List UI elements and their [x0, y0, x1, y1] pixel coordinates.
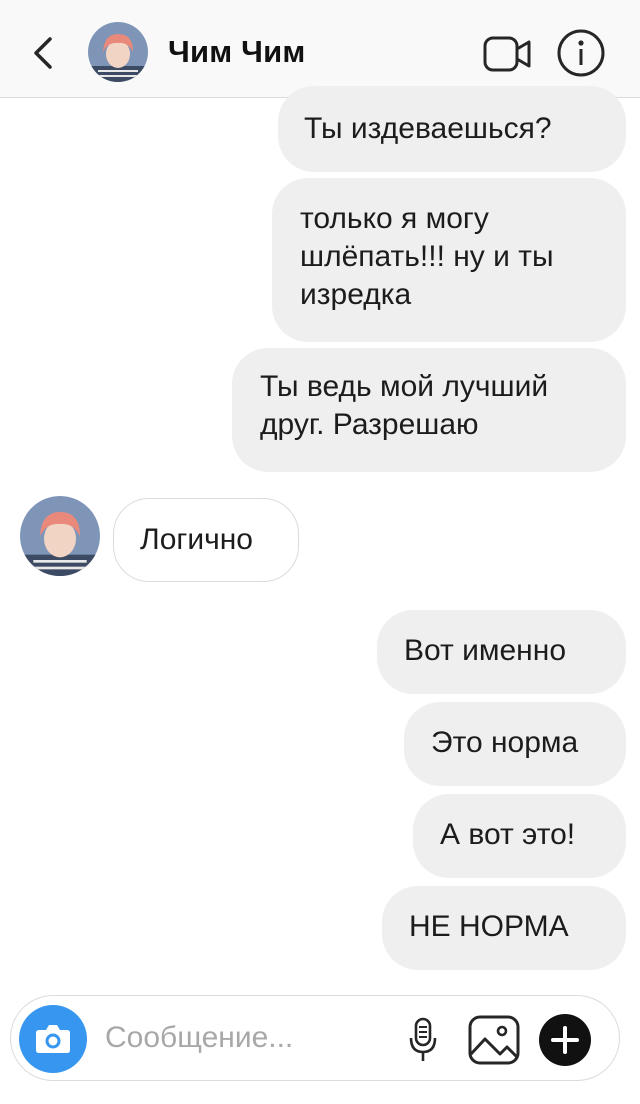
avatar[interactable] [88, 22, 148, 82]
message-bubble-outgoing[interactable]: Это норма [404, 702, 626, 786]
video-camera-icon [483, 36, 531, 72]
avatar-image [88, 22, 148, 82]
back-button[interactable] [28, 33, 64, 73]
message-text-line: друг. Разрешаю [260, 408, 479, 441]
message-bubble-outgoing[interactable]: Вот именно [377, 610, 626, 694]
message-text-line: только я могу [300, 202, 489, 235]
message-text-line: изредка [300, 278, 412, 311]
chevron-left-icon [34, 37, 52, 69]
avatar-image [20, 496, 100, 576]
message-text-line: шлёпать!!! ну и ты [300, 240, 554, 273]
add-button[interactable] [539, 1014, 591, 1066]
info-button[interactable] [556, 28, 606, 78]
info-icon [557, 29, 605, 77]
message-text: Логично [140, 523, 253, 556]
message-bubble-incoming[interactable]: Логично [113, 498, 299, 582]
message-text-line: Ты ведь мой лучший [260, 370, 549, 403]
message-text: Это норма [431, 726, 579, 759]
chat-header: Чим Чим [0, 0, 640, 98]
chat-username[interactable]: Чим Чим [168, 34, 306, 70]
image-icon [468, 1015, 520, 1065]
message-text: Ты издеваешься? [304, 112, 552, 145]
message-text: А вот это! [440, 818, 576, 851]
camera-button[interactable] [19, 1005, 87, 1073]
message-text: НЕ НОРМА [409, 910, 569, 943]
message-bubble-outgoing[interactable]: Ты ведь мой лучший друг. Разрешаю [232, 348, 626, 472]
voice-message-button[interactable] [407, 1016, 439, 1064]
message-composer [10, 995, 620, 1081]
message-bubble-outgoing[interactable]: А вот это! [413, 794, 626, 878]
camera-icon [36, 1025, 70, 1053]
sender-avatar[interactable] [20, 496, 100, 576]
microphone-icon [409, 1017, 437, 1061]
message-text: Вот именно [404, 634, 566, 667]
plus-icon [551, 1026, 579, 1054]
message-bubble-outgoing[interactable]: только я могу шлёпать!!! ну и ты изредка [272, 178, 626, 342]
video-call-button[interactable] [482, 34, 534, 74]
gallery-button[interactable] [467, 1014, 521, 1066]
message-bubble-outgoing[interactable]: Ты издеваешься? [278, 86, 626, 172]
message-input[interactable] [105, 1016, 395, 1060]
message-bubble-outgoing[interactable]: НЕ НОРМА [382, 886, 626, 970]
